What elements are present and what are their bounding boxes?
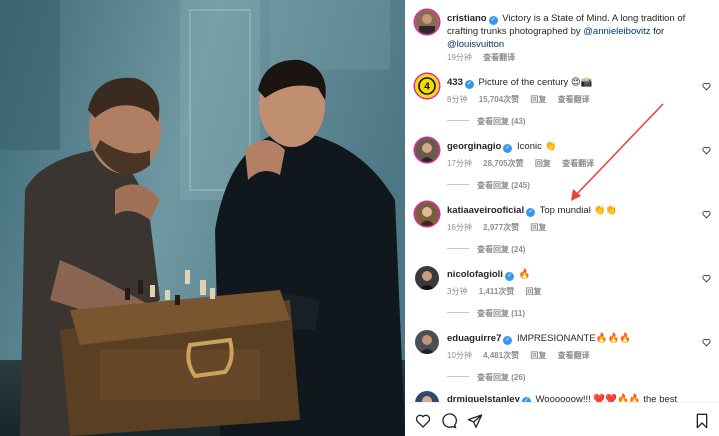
annotation-arrow-icon [571, 103, 664, 201]
comment-list: cristiano ✓ Victory is a State of Mind. A… [405, 0, 719, 402]
heart-icon[interactable] [415, 413, 431, 429]
send-icon[interactable] [467, 413, 483, 429]
comments-panel: cristiano ✓ Victory is a State of Mind. A… [405, 0, 719, 436]
bookmark-icon[interactable] [695, 413, 709, 429]
comment-icon[interactable] [441, 413, 457, 429]
action-bar [405, 402, 719, 436]
post-photo [0, 0, 405, 436]
